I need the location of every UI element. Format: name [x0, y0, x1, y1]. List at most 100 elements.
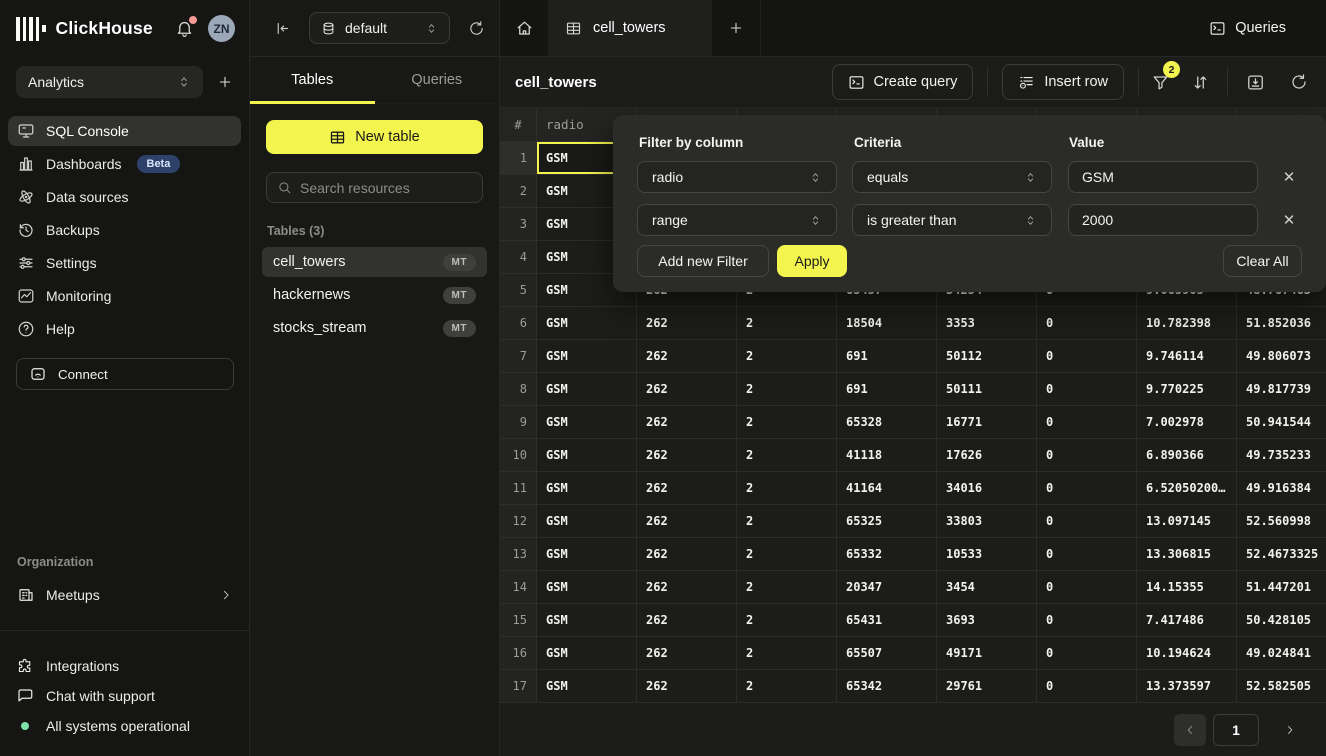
table-cell[interactable]: 262	[637, 604, 737, 637]
table-cell[interactable]: 0	[1037, 439, 1137, 472]
filter-column-select[interactable]: range	[637, 204, 837, 236]
sidebar-item-settings[interactable]: Settings	[8, 248, 241, 278]
table-cell[interactable]: 262	[637, 472, 737, 505]
remove-filter-icon[interactable]: ✕	[1278, 166, 1300, 188]
table-cell[interactable]: 65325	[837, 505, 937, 538]
apply-filters-button[interactable]: Apply	[777, 245, 847, 277]
table-cell[interactable]: 7.002978	[1137, 406, 1237, 439]
search-input[interactable]	[300, 180, 481, 196]
table-cell[interactable]: 20347	[837, 571, 937, 604]
table-cell[interactable]: 6.890366	[1137, 439, 1237, 472]
table-cell[interactable]: 51.852036	[1237, 307, 1326, 340]
table-cell[interactable]: 2	[737, 406, 837, 439]
integrations-link[interactable]: Integrations	[16, 651, 234, 681]
table-cell[interactable]: 2	[737, 505, 837, 538]
remove-filter-icon[interactable]: ✕	[1278, 209, 1300, 231]
table-cell[interactable]: 2	[737, 439, 837, 472]
insert-row-button[interactable]: Insert row	[1002, 64, 1124, 100]
table-list-item-hackernews[interactable]: hackernews MT	[262, 280, 487, 310]
table-cell[interactable]: 0	[1037, 373, 1137, 406]
table-cell[interactable]: 6.52050200…	[1137, 472, 1237, 505]
table-cell[interactable]: GSM	[537, 307, 637, 340]
sidebar-item-monitoring[interactable]: Monitoring	[8, 281, 241, 311]
table-cell[interactable]: 50.941544	[1237, 406, 1326, 439]
table-cell[interactable]: 9.770225	[1137, 373, 1237, 406]
table-cell[interactable]: 2	[737, 637, 837, 670]
next-page-button[interactable]	[1274, 714, 1306, 746]
table-cell[interactable]: 0	[1037, 571, 1137, 604]
add-workspace-button[interactable]	[217, 74, 233, 90]
table-cell[interactable]: 2	[737, 472, 837, 505]
table-cell[interactable]: 49.024841	[1237, 637, 1326, 670]
collapse-panel-icon[interactable]	[274, 20, 291, 37]
sidebar-item-sql-console[interactable]: SQL Console	[8, 116, 241, 146]
table-cell[interactable]: 17626	[937, 439, 1037, 472]
table-cell[interactable]: GSM	[537, 340, 637, 373]
table-cell[interactable]: 9.746114	[1137, 340, 1237, 373]
table-cell[interactable]: GSM	[537, 439, 637, 472]
table-cell[interactable]: 2	[737, 604, 837, 637]
chat-support-link[interactable]: Chat with support	[16, 681, 234, 711]
table-cell[interactable]: 262	[637, 670, 737, 703]
table-cell[interactable]: 50.428105	[1237, 604, 1326, 637]
table-cell[interactable]: 262	[637, 406, 737, 439]
avatar[interactable]: ZN	[208, 15, 235, 42]
table-cell[interactable]: 65328	[837, 406, 937, 439]
tab-tables[interactable]: Tables	[250, 57, 375, 103]
queries-button[interactable]: Queries	[1199, 0, 1326, 56]
table-cell[interactable]: 50112	[937, 340, 1037, 373]
refresh-button[interactable]	[1286, 69, 1312, 95]
table-cell[interactable]: 0	[1037, 538, 1137, 571]
table-cell[interactable]: 262	[637, 538, 737, 571]
table-cell[interactable]: GSM	[537, 472, 637, 505]
table-cell[interactable]: 262	[637, 307, 737, 340]
table-list-item-stocks-stream[interactable]: stocks_stream MT	[262, 313, 487, 343]
table-cell[interactable]: GSM	[537, 406, 637, 439]
table-cell[interactable]: 10533	[937, 538, 1037, 571]
table-cell[interactable]: 0	[1037, 340, 1137, 373]
table-cell[interactable]: 29761	[937, 670, 1037, 703]
table-cell[interactable]: 262	[637, 505, 737, 538]
filter-value-input[interactable]	[1068, 204, 1258, 236]
table-cell[interactable]: 52.4673325	[1237, 538, 1326, 571]
table-cell[interactable]: 3353	[937, 307, 1037, 340]
clear-all-filters-button[interactable]: Clear All	[1223, 245, 1302, 277]
current-page-indicator[interactable]: 1	[1213, 714, 1259, 746]
table-cell[interactable]: 10.782398	[1137, 307, 1237, 340]
table-cell[interactable]: 52.582505	[1237, 670, 1326, 703]
home-button[interactable]	[500, 0, 548, 56]
filter-button[interactable]: 2	[1147, 69, 1173, 95]
table-cell[interactable]: 262	[637, 373, 737, 406]
sidebar-item-meetups[interactable]: Meetups	[8, 580, 242, 610]
table-cell[interactable]: 65342	[837, 670, 937, 703]
table-cell[interactable]: 34016	[937, 472, 1037, 505]
workspace-tab-cell-towers[interactable]: cell_towers	[548, 0, 712, 56]
table-cell[interactable]: 49.916384	[1237, 472, 1326, 505]
table-cell[interactable]: GSM	[537, 670, 637, 703]
table-cell[interactable]: 50111	[937, 373, 1037, 406]
table-cell[interactable]: 0	[1037, 406, 1137, 439]
table-cell[interactable]: 13.097145	[1137, 505, 1237, 538]
table-cell[interactable]: 65332	[837, 538, 937, 571]
create-query-button[interactable]: Create query	[832, 64, 974, 100]
table-cell[interactable]: GSM	[537, 505, 637, 538]
download-button[interactable]	[1242, 69, 1268, 95]
database-select[interactable]: default	[309, 12, 450, 44]
table-cell[interactable]: 49.735233	[1237, 439, 1326, 472]
table-cell[interactable]: 14.15355	[1137, 571, 1237, 604]
connect-button[interactable]: Connect	[16, 358, 234, 390]
filter-column-select[interactable]: radio	[637, 161, 837, 193]
table-cell[interactable]: 18504	[837, 307, 937, 340]
table-cell[interactable]: 3693	[937, 604, 1037, 637]
table-cell[interactable]: 0	[1037, 637, 1137, 670]
table-cell[interactable]: 51.447201	[1237, 571, 1326, 604]
table-cell[interactable]: 0	[1037, 472, 1137, 505]
table-cell[interactable]: 49171	[937, 637, 1037, 670]
table-list-item-cell-towers[interactable]: cell_towers MT	[262, 247, 487, 277]
new-table-button[interactable]: New table	[266, 120, 483, 154]
table-cell[interactable]: 3454	[937, 571, 1037, 604]
table-cell[interactable]: GSM	[537, 571, 637, 604]
table-cell[interactable]: 691	[837, 340, 937, 373]
table-cell[interactable]: 49.806073	[1237, 340, 1326, 373]
sidebar-item-help[interactable]: Help	[8, 314, 241, 344]
